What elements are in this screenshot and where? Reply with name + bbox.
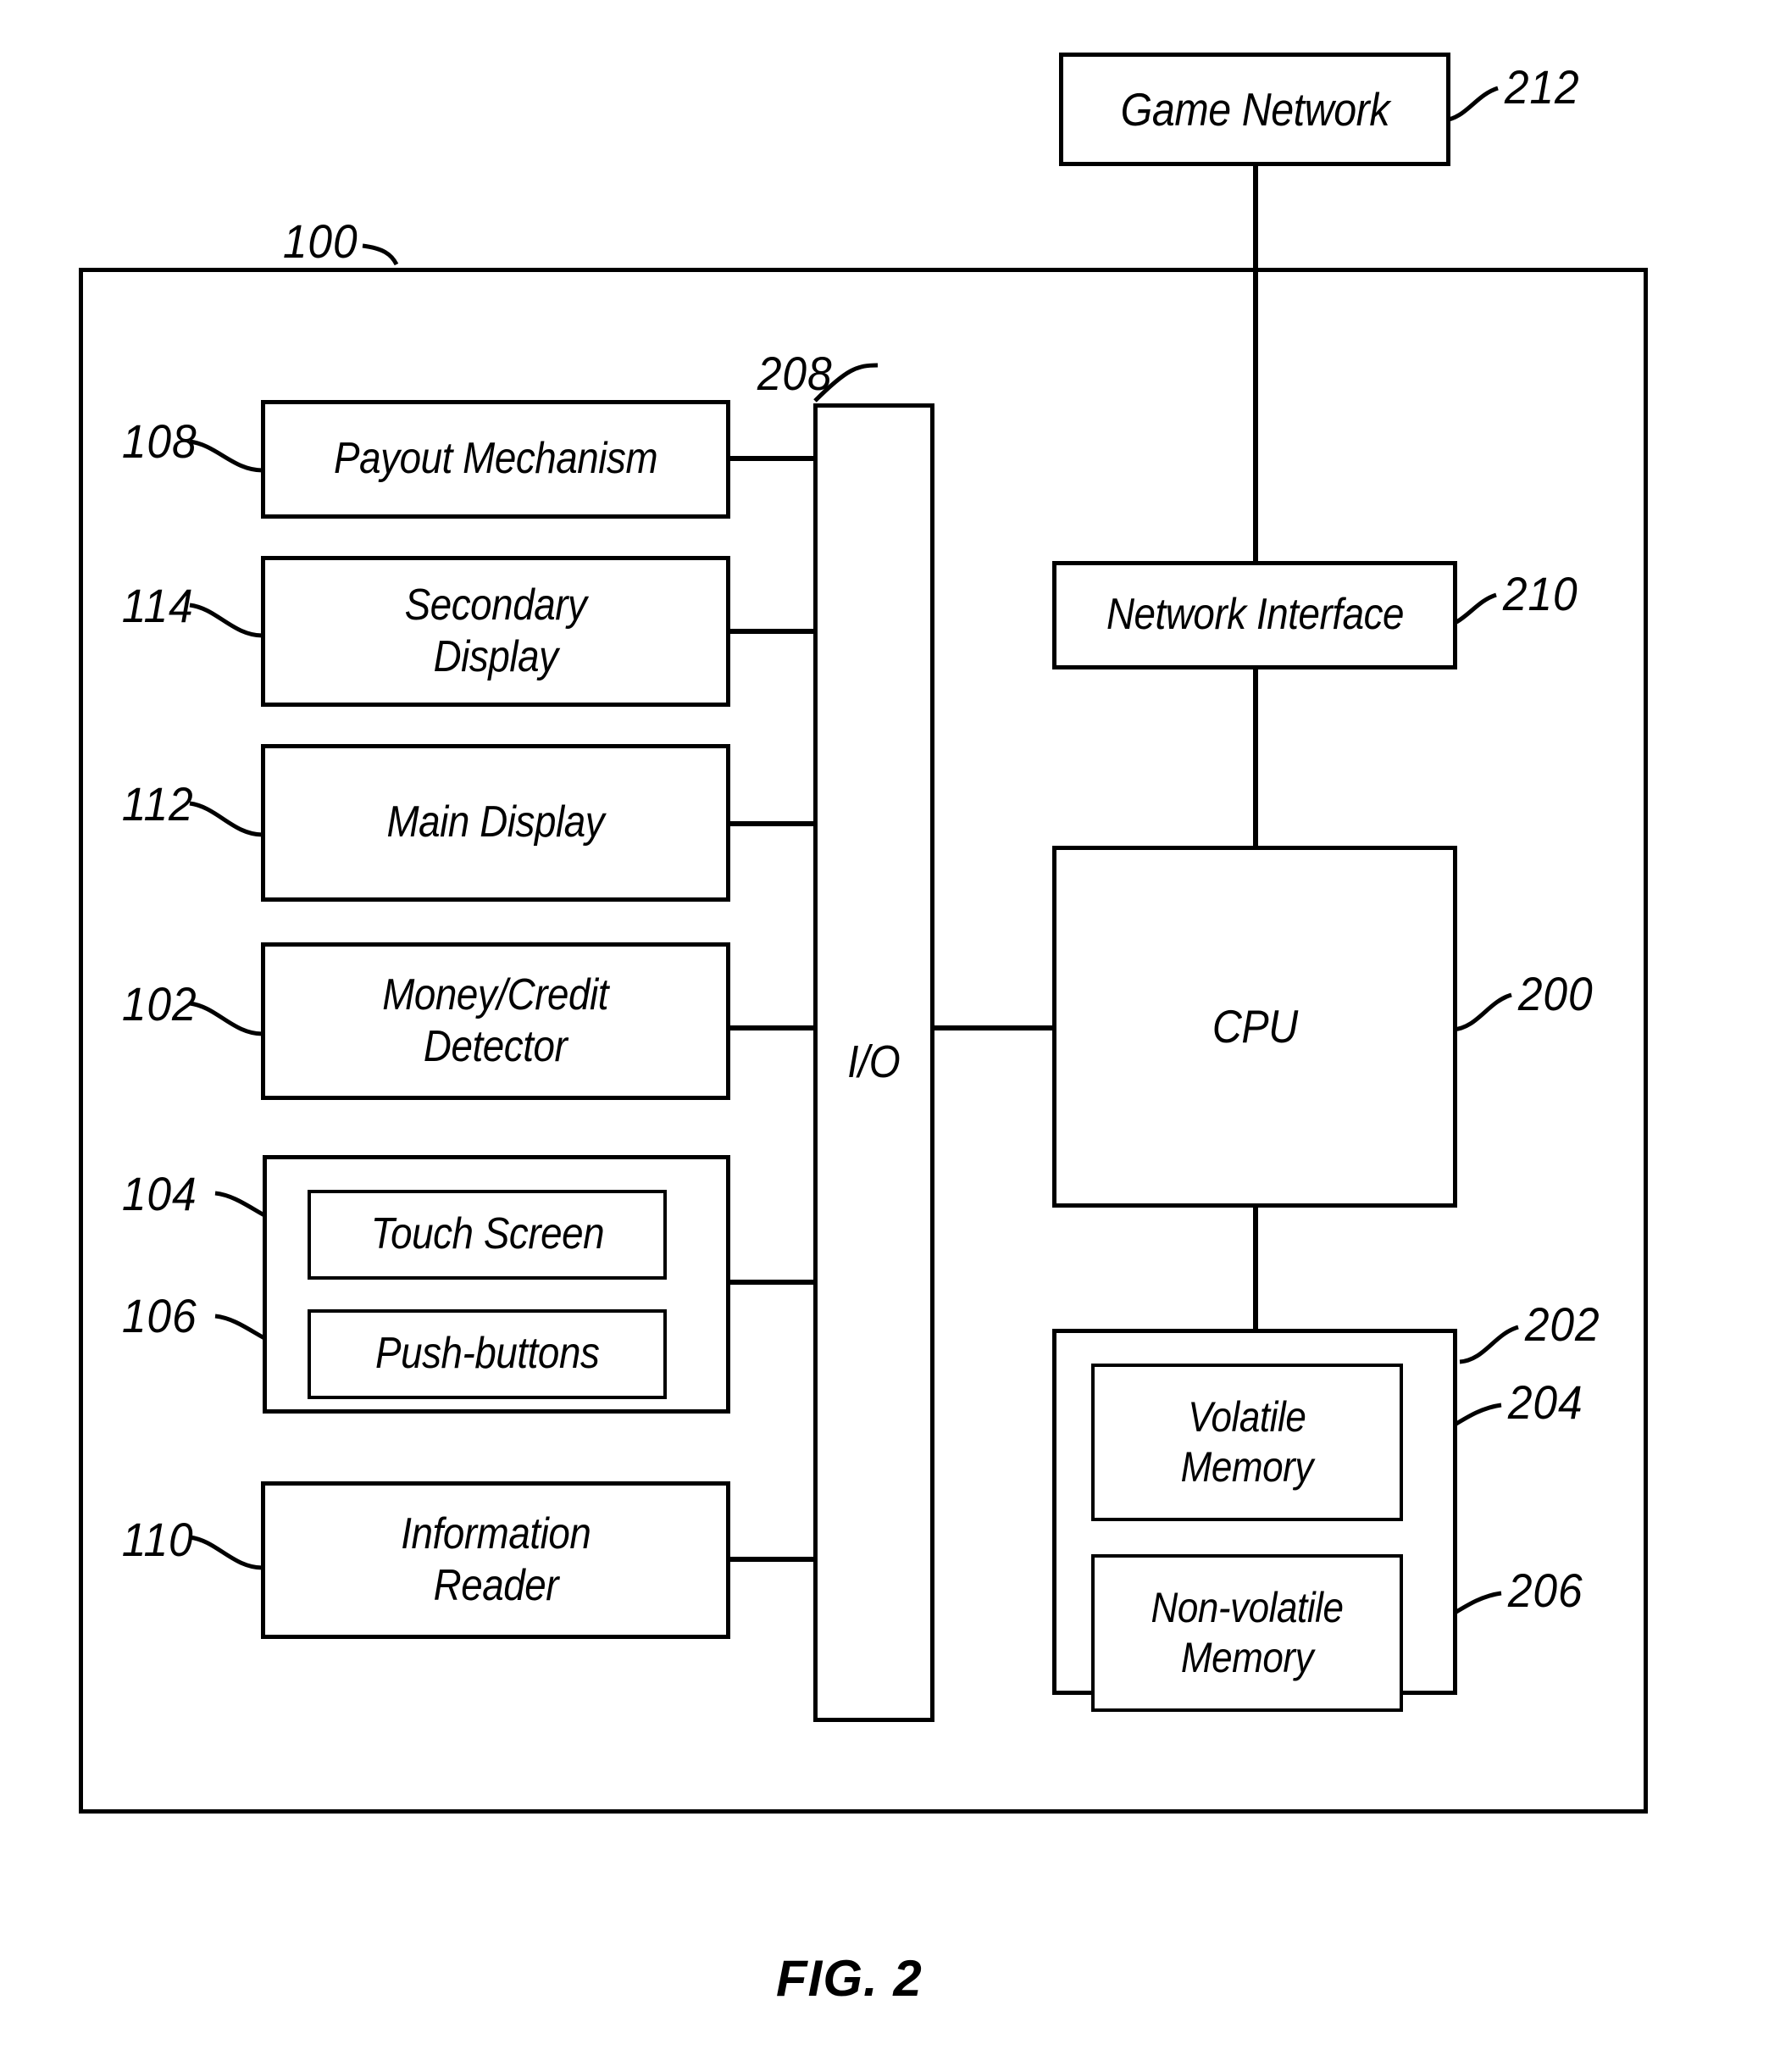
node-touch-screen[interactable]: Touch Screen [308, 1190, 667, 1280]
patent-figure-2: Game Network 212 100 Network Interface 2… [0, 0, 1780, 2072]
node-io-bus[interactable]: I/O [813, 403, 934, 1722]
node-network-interface[interactable]: Network Interface [1052, 561, 1457, 669]
ref-208: 208 [757, 347, 833, 400]
node-secondary-display-label: Secondary Display [404, 580, 587, 681]
ref-206: 206 [1507, 1564, 1583, 1617]
ref-104: 104 [121, 1167, 197, 1220]
node-cpu-label: CPU [1212, 1000, 1298, 1053]
node-payout-mechanism-label: Payout Mechanism [333, 434, 658, 484]
node-game-network[interactable]: Game Network [1059, 53, 1450, 166]
leader-212 [1443, 86, 1499, 123]
node-payout-mechanism[interactable]: Payout Mechanism [261, 400, 730, 519]
node-touch-screen-label: Touch Screen [370, 1209, 604, 1259]
node-main-display-label: Main Display [386, 797, 605, 847]
ref-102: 102 [121, 977, 197, 1030]
ref-100: 100 [282, 214, 358, 268]
node-volatile-memory[interactable]: Volatile Memory [1091, 1364, 1403, 1521]
node-cpu[interactable]: CPU [1052, 846, 1457, 1208]
node-money-credit-detector[interactable]: Money/Credit Detector [261, 942, 730, 1100]
ref-114: 114 [121, 579, 194, 632]
ref-106: 106 [121, 1289, 197, 1342]
node-push-buttons[interactable]: Push-buttons [308, 1309, 667, 1399]
leader-100 [362, 243, 399, 266]
node-nonvolatile-memory[interactable]: Non-volatile Memory [1091, 1554, 1403, 1712]
ref-204: 204 [1507, 1375, 1583, 1429]
node-money-credit-detector-label: Money/Credit Detector [382, 969, 609, 1071]
node-push-buttons-label: Push-buttons [374, 1329, 600, 1379]
node-volatile-memory-label: Volatile Memory [1180, 1393, 1314, 1491]
node-information-reader-label: Information Reader [400, 1508, 591, 1610]
ref-108: 108 [121, 414, 197, 468]
node-secondary-display[interactable]: Secondary Display [261, 556, 730, 707]
node-information-reader[interactable]: Information Reader [261, 1481, 730, 1639]
ref-202: 202 [1524, 1297, 1600, 1351]
node-io-label: I/O [847, 1036, 901, 1088]
ref-210: 210 [1502, 567, 1578, 620]
node-main-display[interactable]: Main Display [261, 744, 730, 902]
ref-112: 112 [121, 777, 194, 830]
node-game-network-label: Game Network [1120, 82, 1389, 136]
ref-212: 212 [1504, 60, 1580, 114]
ref-200: 200 [1517, 967, 1594, 1020]
node-nonvolatile-memory-label: Non-volatile Memory [1151, 1584, 1344, 1681]
figure-caption: FIG. 2 [776, 1950, 923, 2007]
ref-110: 110 [121, 1513, 194, 1566]
node-network-interface-label: Network Interface [1106, 590, 1404, 640]
